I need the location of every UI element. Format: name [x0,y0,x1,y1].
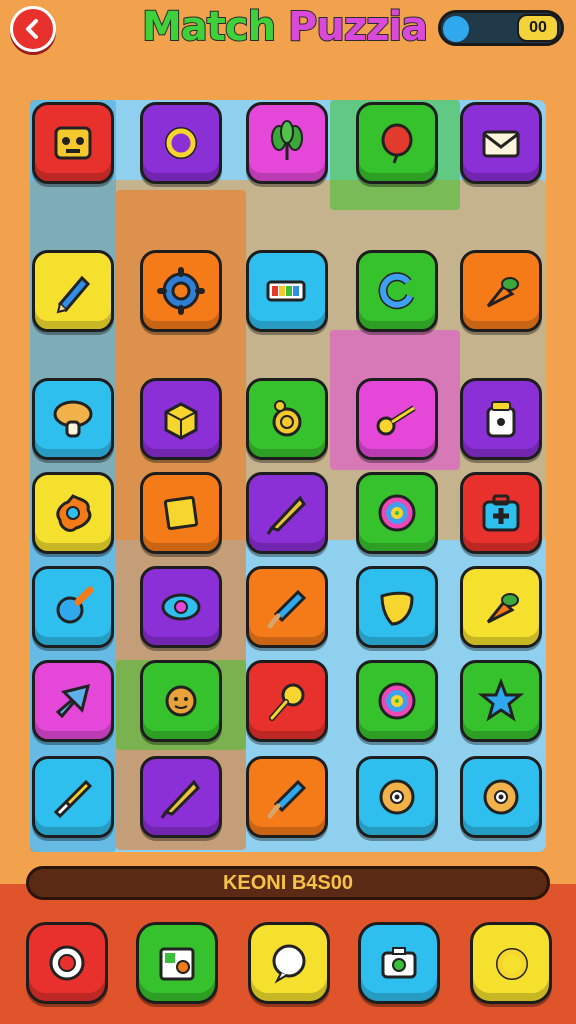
tile-r5-c2[interactable] [246,660,328,742]
tile-r4-c3[interactable] [356,566,438,648]
gear-icon [157,267,205,315]
powerup-button-3[interactable] [248,922,330,1004]
kite-icon [266,495,306,535]
game-title: Match Puzzia [141,3,429,51]
progress-bar: 00 [438,10,564,46]
envelope-icon [482,130,520,158]
move-counter: 00 [517,14,559,42]
tile-r4-c4[interactable] [460,566,542,648]
note-icon [163,495,199,531]
target-icon [49,945,85,981]
cookie-icon [483,779,519,815]
title-part-2: Puzzia [287,3,429,51]
cookie-icon [379,779,415,815]
tile-r0-c1[interactable] [140,102,222,184]
ring-icon [496,948,528,980]
tile-r6-c3[interactable] [356,756,438,838]
tile-r2-c2[interactable] [246,378,328,460]
title-part-1: Match [141,3,289,51]
progress-fill [443,16,469,42]
eye-icon [161,593,201,621]
carrot-icon [486,277,519,308]
tile-r6-c4[interactable] [460,756,542,838]
tile-r5-c0[interactable] [32,660,114,742]
tile-r2-c0[interactable] [32,378,114,460]
tile-r5-c4[interactable] [460,660,542,742]
brush-icon [53,779,93,819]
powerup-button-5[interactable] [470,922,552,1004]
arrow-head-icon [55,683,91,719]
tile-r3-c1[interactable] [140,472,222,554]
carrot-icon [486,593,519,624]
tile-r1-c2[interactable] [246,250,328,332]
tile-r2-c1[interactable] [140,378,222,460]
powerup-button-4[interactable] [358,922,440,1004]
first-aid-icon [482,494,520,532]
tile-r1-c1[interactable] [140,250,222,332]
tile-r5-c3[interactable] [356,660,438,742]
tile-r3-c3[interactable] [356,472,438,554]
tile-r0-c3[interactable] [356,102,438,184]
powerup-button-2[interactable] [136,922,218,1004]
kite-icon [160,779,200,819]
battery-icon [266,280,306,302]
block-face-icon [54,126,92,160]
key-icon [376,405,416,436]
top-bar: Match Puzzia 00 [0,0,576,66]
tile-r2-c4[interactable] [460,378,542,460]
leaf-icon [380,591,414,626]
tile-r4-c0[interactable] [32,566,114,648]
tile-r2-c3[interactable] [356,378,438,460]
film-icon [159,947,195,981]
bubble-icon [272,944,306,984]
lollipop-icon [378,682,416,720]
tile-r5-c1[interactable] [140,660,222,742]
game-board [30,100,546,852]
tile-r0-c0[interactable] [32,102,114,184]
popsicle-icon [267,779,307,819]
status-bar: KEONI B4S00 [26,866,550,900]
tile-r6-c1[interactable] [140,756,222,838]
tile-r3-c4[interactable] [460,472,542,554]
pencil-icon [56,275,91,314]
popsicle-icon [267,589,307,629]
lollipop-icon [378,494,416,532]
ring-icon [165,127,197,159]
tile-r3-c2[interactable] [246,472,328,554]
tile-r0-c4[interactable] [460,102,542,184]
tile-r4-c2[interactable] [246,566,328,648]
tile-r6-c2[interactable] [246,756,328,838]
tile-r1-c3[interactable] [356,250,438,332]
tile-r3-c0[interactable] [32,472,114,554]
tile-r1-c4[interactable] [460,250,542,332]
mushroom-icon [53,400,93,438]
tile-r1-c0[interactable] [32,250,114,332]
box-icon [164,402,198,440]
chevron-left-icon [26,19,38,39]
swirl-c-icon [378,272,415,310]
rattle-icon [269,683,305,721]
tile-r4-c1[interactable] [140,566,222,648]
balloon-icon [381,123,413,164]
powerup-button-1[interactable] [26,922,108,1004]
back-button[interactable] [10,6,56,52]
pin-icon [56,586,94,624]
jar-icon [486,401,516,438]
snail-icon [272,400,302,437]
tile-r6-c0[interactable] [32,756,114,838]
splat-icon [56,494,92,532]
tile-r0-c2[interactable] [246,102,328,184]
star-icon [477,677,525,722]
camera-icon [381,947,417,979]
sun-face-icon [165,685,197,717]
leaf-plant-icon [271,120,303,160]
